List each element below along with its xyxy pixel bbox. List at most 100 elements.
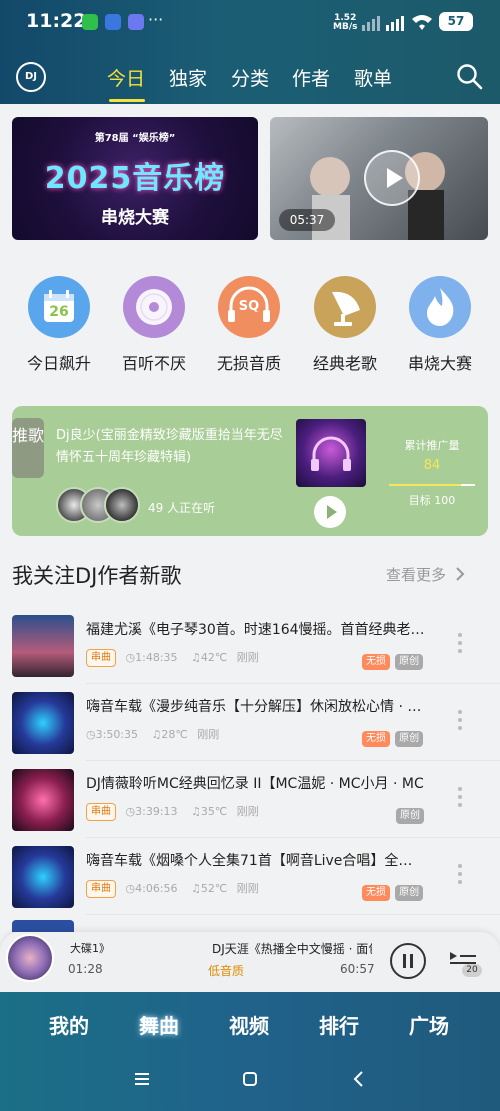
song-title[interactable]: 嗨音车载《烟嗓个人全集71首【啊音Live合唱】全收录】 (86, 850, 426, 870)
song-time: 刚刚 (236, 651, 259, 664)
tab-plaza[interactable]: 广场 (409, 1010, 449, 1039)
song-title[interactable]: 嗨音车载《漫步纯音乐【十分解压】休闲放松心情 · 慢摇 (86, 696, 426, 716)
promo-total-value: 84 (423, 458, 441, 473)
calendar-icon: 26 (28, 276, 90, 338)
recommend-tag: 推歌 (12, 418, 44, 478)
category-medley[interactable]: 串烧大赛 (400, 276, 480, 374)
original-badge: 原创 (395, 653, 424, 670)
more-options-icon[interactable] (454, 862, 466, 888)
section-title: 我关注DJ作者新歌 (12, 564, 182, 588)
player-quality[interactable]: 低音质 (208, 962, 244, 979)
recommend-cover[interactable] (296, 419, 366, 487)
clock-icon: ◷ (125, 882, 136, 895)
tab-exclusive[interactable]: 独家 (169, 64, 207, 91)
banner-title: 2025音乐榜 (44, 161, 226, 196)
clock-icon: ◷ (86, 728, 96, 741)
search-icon[interactable] (456, 63, 484, 91)
back-icon[interactable] (350, 1070, 368, 1088)
song-row[interactable]: 嗨音车载《烟嗓个人全集71首【啊音Live合唱】全收录】 串曲 ◷4:06:56… (0, 844, 500, 920)
more-options-icon[interactable] (454, 785, 466, 811)
song-title[interactable]: DJ情薇聆听MC经典回忆录 II【MC温妮 · MC小月 · MC (86, 773, 426, 793)
tab-author[interactable]: 作者 (292, 64, 330, 91)
tab-mine[interactable]: 我的 (49, 1010, 89, 1039)
top-nav: 今日 独家 分类 作者 歌单 (0, 55, 500, 101)
song-row[interactable]: 福建尤溪《电子琴30首。时速164慢摇。首首经典老歌。 串曲 ◷1:48:35 … (0, 613, 500, 689)
category-classic[interactable]: 经典老歌 (305, 276, 385, 374)
listening-count: 49 人正在听 (148, 501, 216, 515)
promo-total-label: 累计推广量 (404, 439, 460, 452)
song-badges: 无损 原创 (362, 882, 424, 901)
category-evergreen[interactable]: 百听不厌 (114, 276, 194, 374)
player-duration: 60:57 (340, 962, 375, 976)
category-today-rising[interactable]: 26 今日飙升 (19, 276, 99, 374)
song-time: 刚刚 (236, 805, 259, 818)
tab-playlist[interactable]: 歌单 (354, 64, 392, 91)
headphones-icon: ♫ (191, 805, 201, 818)
divider (86, 837, 500, 838)
medley-badge: 串曲 (86, 803, 116, 821)
status-bar: 11:22 ··· 1.52 MB/s 57 (0, 0, 500, 44)
notification-app-icon-2 (128, 14, 144, 30)
banner-subtitle: 第78届 “娱乐榜” (94, 133, 176, 144)
recommend-title[interactable]: Dj良少(宝丽金精致珍藏版重拾当年无尽情怀五十周年珍藏特辑) (56, 425, 286, 469)
play-icon (387, 168, 403, 188)
video-play-button[interactable] (364, 150, 420, 206)
tab-today[interactable]: 今日 (107, 64, 145, 91)
tab-ranking[interactable]: 排行 (319, 1010, 359, 1039)
category-label: 串烧大赛 (407, 354, 472, 373)
pause-button[interactable] (390, 943, 426, 979)
disc-icon (123, 276, 185, 338)
song-duration: 3:39:13 (135, 805, 178, 818)
original-badge: 原创 (395, 730, 424, 747)
song-badges: 无损 原创 (362, 728, 424, 747)
player-title[interactable]: DJ天涯《热播全中文慢摇 · 面包 (212, 940, 372, 957)
more-notifications-icon: ··· (148, 10, 164, 29)
more-options-icon[interactable] (454, 631, 466, 657)
gramophone-icon (314, 276, 376, 338)
network-speed: 1.52 MB/s (333, 13, 358, 32)
tab-dance[interactable]: 舞曲 (139, 1010, 179, 1039)
play-icon (327, 505, 337, 519)
pause-icon (403, 954, 413, 968)
headphones-icon: ♫ (151, 728, 162, 741)
flame-icon (409, 276, 471, 338)
song-row[interactable]: 嗨音车载《漫步纯音乐【十分解压】休闲放松心情 · 慢摇 ◷3:50:35 ♫28… (0, 690, 500, 766)
status-time: 11:22 (26, 10, 87, 32)
headphones-icon: ♫ (191, 651, 201, 664)
song-cover (12, 769, 74, 831)
song-heat: 42℃ (200, 651, 228, 664)
player-cover[interactable] (6, 934, 54, 982)
song-time: 刚刚 (236, 882, 259, 895)
song-duration: 3:50:35 (95, 728, 139, 741)
recent-apps-icon[interactable] (133, 1070, 151, 1088)
lossless-badge: 无损 (362, 884, 390, 901)
song-badges: 原创 (396, 805, 424, 824)
more-options-icon[interactable] (454, 708, 466, 734)
promo-goal: 目标 100 (408, 494, 456, 507)
video-duration: 05:37 (279, 209, 335, 231)
notification-app-icon (105, 14, 121, 30)
tab-category[interactable]: 分类 (231, 64, 269, 91)
song-duration: 1:48:35 (135, 651, 178, 664)
banner-music-chart[interactable]: 第78届 “娱乐榜” 2025音乐榜 串烧大赛 (12, 117, 258, 240)
player-album: 大碟1》 (70, 942, 110, 955)
divider (86, 683, 500, 684)
tab-video[interactable]: 视频 (229, 1010, 269, 1039)
song-title[interactable]: 福建尤溪《电子琴30首。时速164慢摇。首首经典老歌。 (86, 619, 426, 639)
signal-wifi-icon (362, 15, 432, 31)
chevron-right-icon (456, 567, 465, 581)
home-icon[interactable] (241, 1070, 259, 1088)
song-cover (12, 692, 74, 754)
song-row[interactable]: DJ情薇聆听MC经典回忆录 II【MC温妮 · MC小月 · MC 串曲 ◷3:… (0, 767, 500, 843)
category-lossless[interactable]: SQ 无损音质 (209, 276, 289, 374)
listener-avatar (104, 487, 140, 523)
song-duration: 4:06:56 (135, 882, 178, 895)
recommend-play-button[interactable] (314, 496, 346, 528)
see-more-link[interactable]: 查看更多 (386, 564, 469, 585)
song-cover (12, 846, 74, 908)
song-time: 刚刚 (197, 728, 220, 741)
headphones-icon (311, 436, 351, 471)
song-heat: 28℃ (161, 728, 188, 741)
divider (86, 914, 500, 915)
category-label: 无损音质 (216, 354, 281, 373)
